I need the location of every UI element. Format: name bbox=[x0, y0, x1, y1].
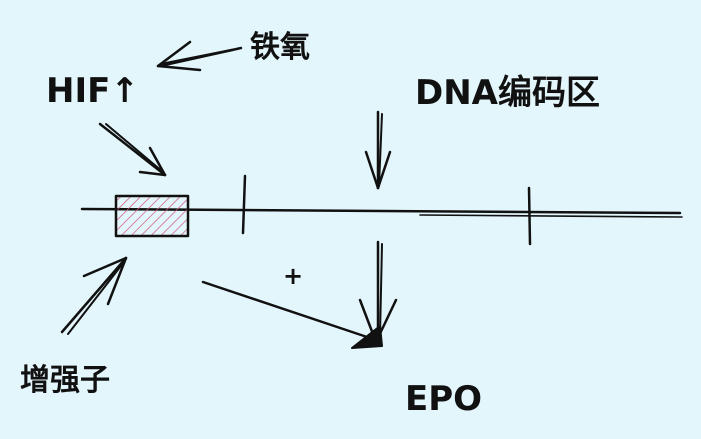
coding-region-start-tick bbox=[241, 174, 247, 235]
dna-label-to-strand-arrow-icon bbox=[364, 110, 392, 190]
plus-sign: + bbox=[283, 262, 303, 290]
coding-region-end-tick bbox=[527, 186, 532, 246]
hif-to-enhancer-arrow-icon bbox=[98, 122, 167, 177]
epo-label: EPO bbox=[405, 379, 482, 419]
iron-oxygen-label: 铁氧 bbox=[250, 30, 310, 65]
iron-oxygen-to-hif-arrow-icon bbox=[156, 40, 243, 72]
enhancer-label: 增强子 bbox=[20, 363, 110, 398]
hif-label: HIF↑ bbox=[46, 71, 139, 111]
enhancer-label-arrow-icon bbox=[60, 256, 128, 335]
epo-regulation-diagram: 铁氧 HIF↑ DNA编码区 增强子 + EPO bbox=[20, 30, 683, 419]
dna-coding-region-label: DNA编码区 bbox=[415, 73, 600, 113]
enhancer-box bbox=[114, 194, 190, 238]
arrowhead-icon bbox=[351, 325, 383, 349]
enhancer-to-epo-arrow-icon bbox=[201, 280, 383, 349]
